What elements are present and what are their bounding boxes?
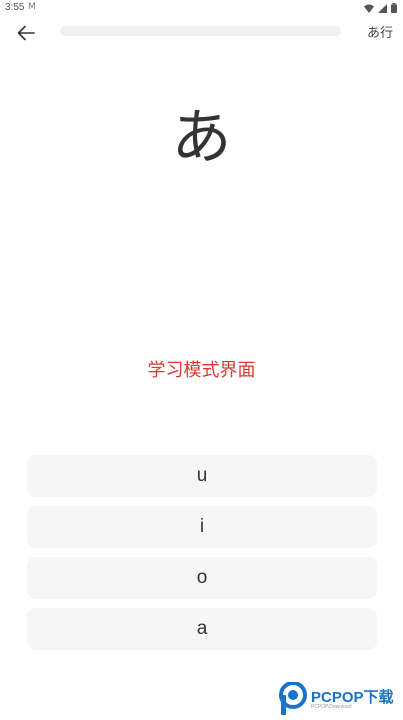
status-icons [364,3,397,13]
pcpop-logo-icon [279,682,307,715]
option-button[interactable]: u [27,455,377,497]
app-bar: あ行 [0,18,403,46]
option-button[interactable]: i [27,506,377,548]
status-bar: 3:55 M [0,0,403,16]
kana-character: あ [171,103,232,173]
back-button[interactable] [14,21,38,45]
kana-row-selector[interactable]: あ行 [367,22,393,41]
status-time: 3:55 [5,2,25,13]
battery-icon [391,3,397,13]
mail-icon: M [28,2,36,12]
progress-bar [60,26,341,36]
arrow-left-icon [17,25,35,41]
option-button[interactable]: a [27,608,377,650]
wifi-icon [364,4,374,13]
screen: 3:55 M あ行 あ 学习模式界面 u i o a PCPOP下载 PCPOP… [0,0,403,720]
watermark: PCPOP下载 PCPOP.Download [279,682,401,716]
watermark-sub: PCPOP.Download [311,704,352,710]
option-button[interactable]: o [27,557,377,599]
signal-icon [378,3,387,13]
mode-label: 学习模式界面 [147,360,256,381]
